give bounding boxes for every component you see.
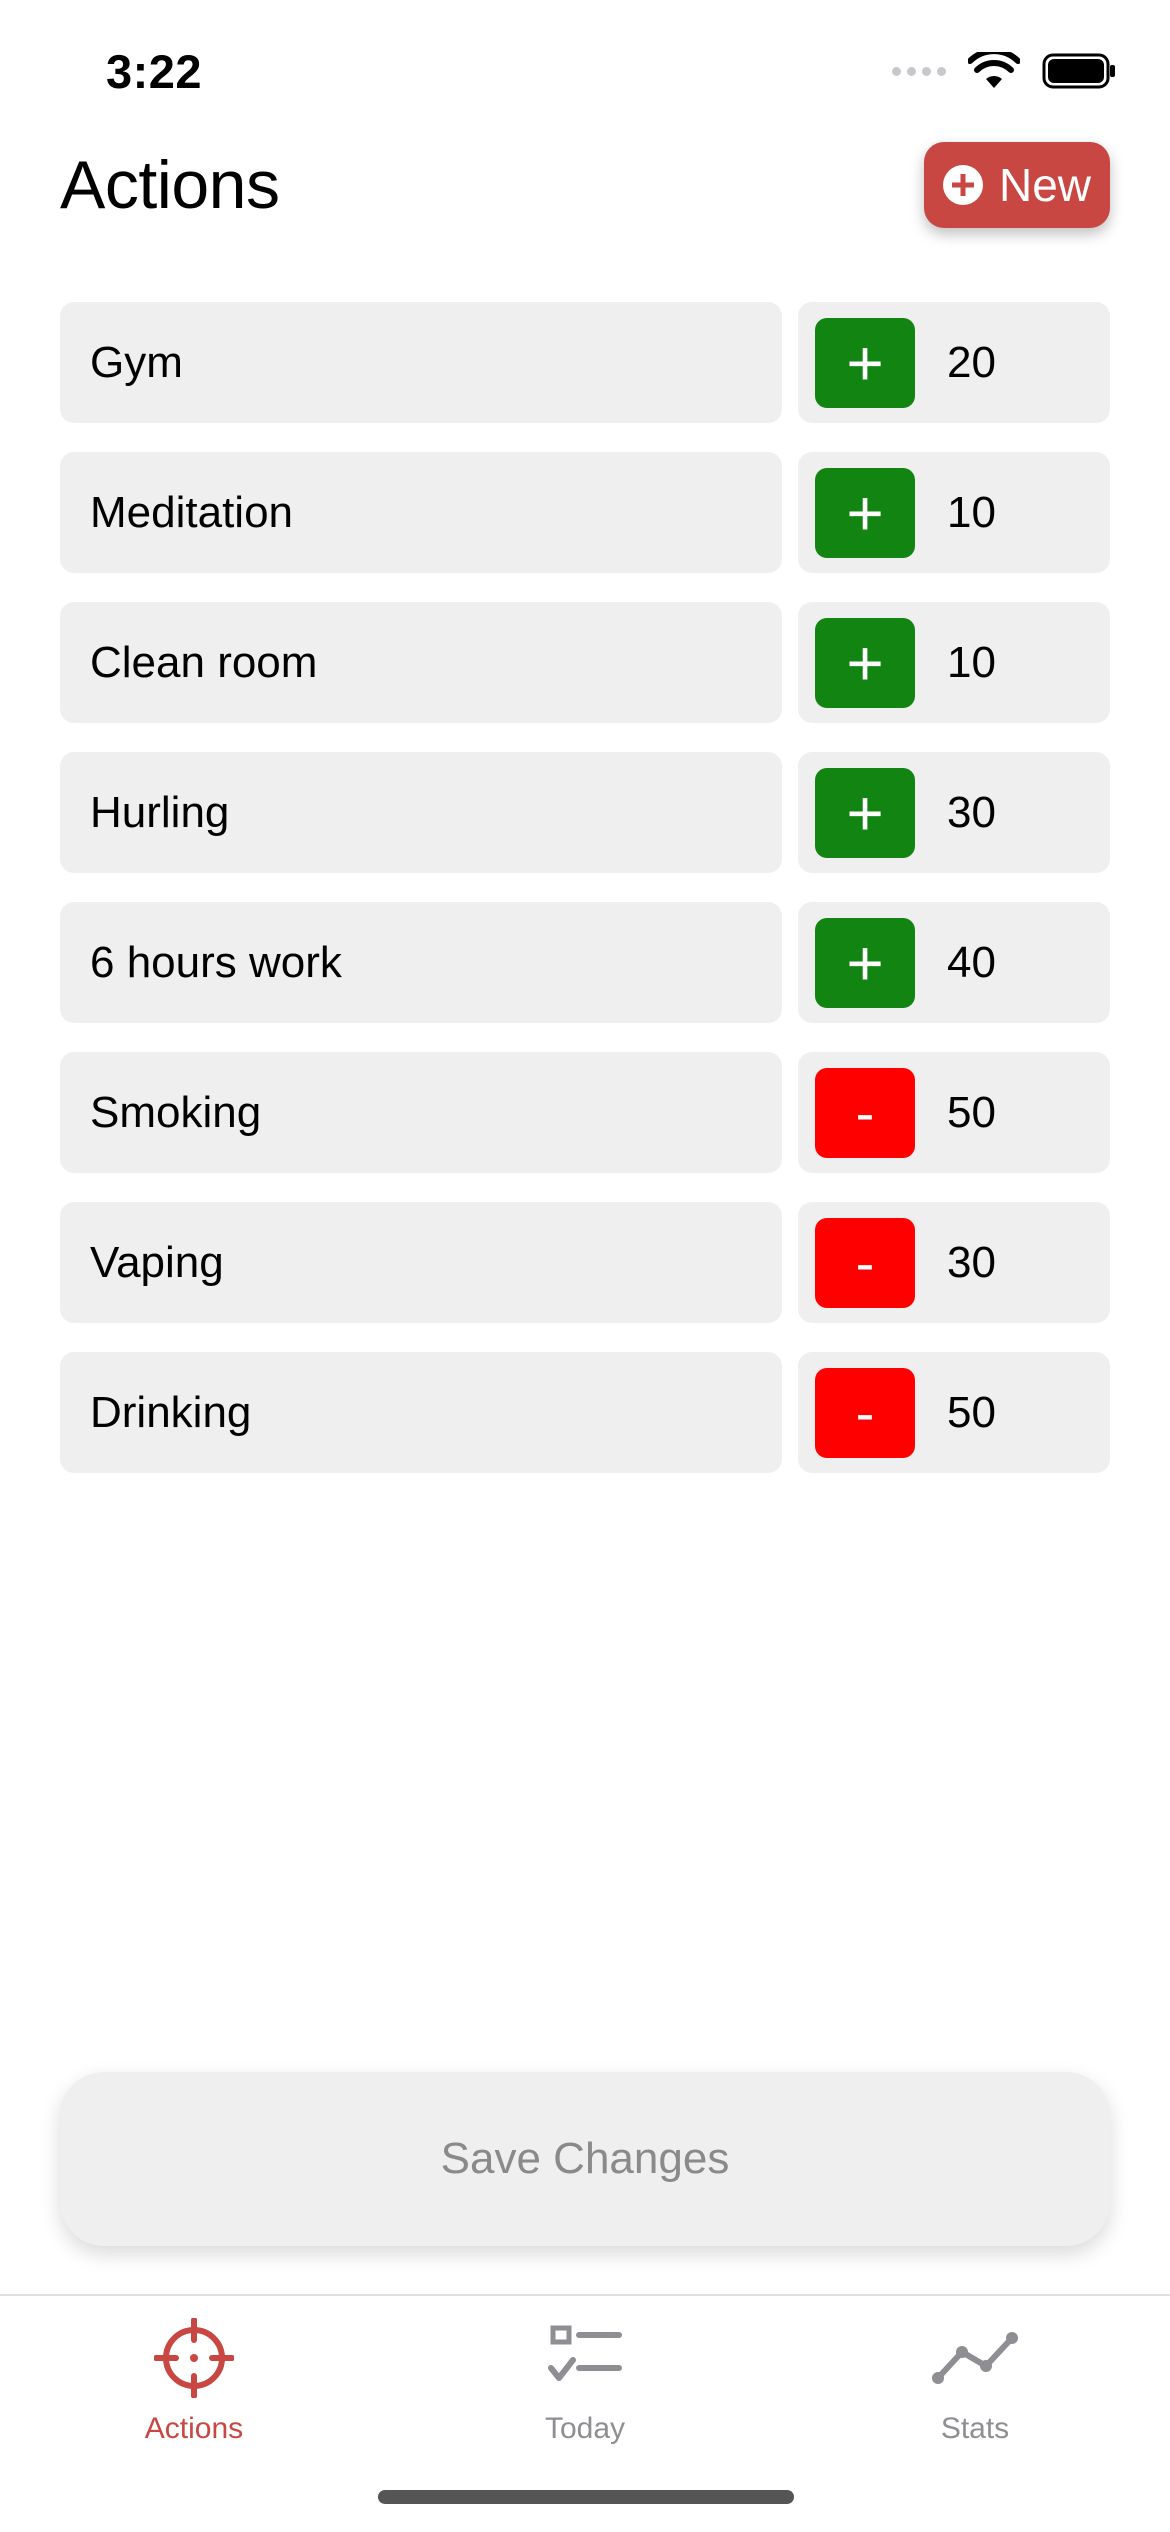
battery-icon bbox=[1042, 53, 1115, 89]
action-name-field[interactable]: Hurling bbox=[60, 752, 782, 873]
action-score: - 50 bbox=[798, 1052, 1110, 1173]
action-name-field[interactable]: Drinking bbox=[60, 1352, 782, 1473]
cellular-signal-icon bbox=[892, 66, 946, 76]
tab-today[interactable]: Today bbox=[465, 2318, 705, 2446]
status-time: 3:22 bbox=[106, 45, 203, 98]
action-score: + 30 bbox=[798, 752, 1110, 873]
action-score: - 30 bbox=[798, 1202, 1110, 1323]
page-title: Actions bbox=[60, 147, 280, 223]
sign-toggle-button[interactable]: + bbox=[815, 317, 915, 408]
sign-toggle-button[interactable]: + bbox=[815, 917, 915, 1008]
points-field[interactable]: 10 bbox=[947, 488, 996, 538]
action-name-field[interactable]: Vaping bbox=[60, 1202, 782, 1323]
actions-list: Gym + 20 Meditation + 10 Clean room + 10… bbox=[60, 302, 1110, 1502]
points-field[interactable]: 10 bbox=[947, 638, 996, 688]
action-name-field[interactable]: Meditation bbox=[60, 452, 782, 573]
action-row: 6 hours work + 40 bbox=[60, 902, 1110, 1023]
save-changes-button[interactable]: Save Changes bbox=[60, 2072, 1110, 2246]
crosshair-icon bbox=[154, 2318, 234, 2398]
action-score: + 10 bbox=[798, 452, 1110, 573]
tab-label: Today bbox=[544, 2412, 626, 2445]
sign-toggle-button[interactable]: - bbox=[815, 1217, 915, 1308]
status-icons bbox=[892, 52, 1116, 90]
action-name-field[interactable]: Smoking bbox=[60, 1052, 782, 1173]
points-field[interactable]: 50 bbox=[947, 1088, 996, 1138]
action-row: Smoking - 50 bbox=[60, 1052, 1110, 1173]
sign-toggle-button[interactable]: - bbox=[815, 1367, 915, 1458]
sign-toggle-button[interactable]: + bbox=[815, 467, 915, 558]
action-row: Vaping - 30 bbox=[60, 1202, 1110, 1323]
action-score: + 40 bbox=[798, 902, 1110, 1023]
action-name-field[interactable]: Gym bbox=[60, 302, 782, 423]
action-row: Gym + 20 bbox=[60, 302, 1110, 423]
home-indicator[interactable] bbox=[378, 2490, 794, 2504]
action-name-field[interactable]: 6 hours work bbox=[60, 902, 782, 1023]
status-bar: 3:22 bbox=[0, 0, 1170, 150]
wifi-icon bbox=[968, 52, 1020, 88]
action-row: Clean room + 10 bbox=[60, 602, 1110, 723]
checklist-icon bbox=[548, 2325, 622, 2381]
sign-toggle-button[interactable]: + bbox=[815, 617, 915, 708]
action-score: + 10 bbox=[798, 602, 1110, 723]
action-row: Drinking - 50 bbox=[60, 1352, 1110, 1473]
tab-label: Stats bbox=[940, 2412, 1010, 2445]
sign-toggle-button[interactable]: - bbox=[815, 1067, 915, 1158]
points-field[interactable]: 40 bbox=[947, 938, 996, 988]
points-field[interactable]: 20 bbox=[947, 338, 996, 388]
line-chart-icon bbox=[932, 2332, 1018, 2384]
tab-label: Actions bbox=[144, 2412, 244, 2445]
action-score: - 50 bbox=[798, 1352, 1110, 1473]
points-field[interactable]: 30 bbox=[947, 1238, 996, 1288]
action-row: Meditation + 10 bbox=[60, 452, 1110, 573]
action-name-field[interactable]: Clean room bbox=[60, 602, 782, 723]
action-score: + 20 bbox=[798, 302, 1110, 423]
new-button-label: New bbox=[998, 159, 1092, 211]
action-row: Hurling + 30 bbox=[60, 752, 1110, 873]
points-field[interactable]: 30 bbox=[947, 788, 996, 838]
new-action-button[interactable]: New bbox=[924, 142, 1110, 228]
points-field[interactable]: 50 bbox=[947, 1388, 996, 1438]
plus-circle-icon bbox=[942, 165, 983, 205]
tab-stats[interactable]: Stats bbox=[855, 2318, 1095, 2446]
tab-actions[interactable]: Actions bbox=[74, 2318, 314, 2446]
sign-toggle-button[interactable]: + bbox=[815, 767, 915, 858]
